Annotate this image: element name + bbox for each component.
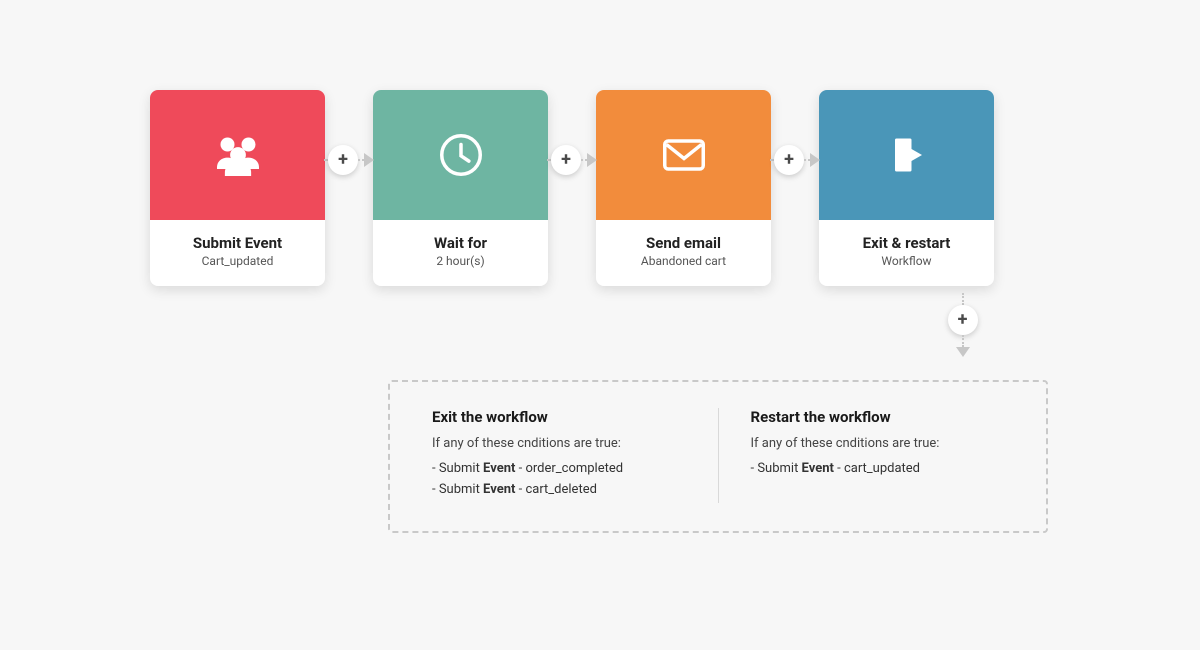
node-title: Wait for bbox=[383, 234, 538, 252]
conditions-panel: Exit the workflow If any of these cnditi… bbox=[388, 380, 1048, 533]
clock-icon bbox=[433, 127, 489, 183]
mail-icon bbox=[656, 127, 712, 183]
add-step-button[interactable]: + bbox=[948, 305, 978, 335]
node-exit-restart[interactable]: Exit & restart Workflow bbox=[819, 90, 994, 286]
connector: + bbox=[770, 145, 820, 175]
node-body: Wait for 2 hour(s) bbox=[373, 220, 548, 286]
node-submit-event[interactable]: Submit Event Cart_updated bbox=[150, 90, 325, 286]
node-subtitle: Abandoned cart bbox=[606, 254, 761, 268]
workflow-canvas: Submit Event Cart_updated + Wait for bbox=[0, 0, 1200, 650]
workflow-row: Submit Event Cart_updated + Wait for bbox=[150, 90, 994, 286]
node-body: Submit Event Cart_updated bbox=[150, 220, 325, 286]
node-body: Exit & restart Workflow bbox=[819, 220, 994, 286]
node-subtitle: 2 hour(s) bbox=[383, 254, 538, 268]
condition-item: - Submit Event - cart_deleted bbox=[432, 482, 686, 497]
node-title: Exit & restart bbox=[829, 234, 984, 252]
condition-item: - Submit Event - order_completed bbox=[432, 461, 686, 476]
node-title: Send email bbox=[606, 234, 761, 252]
connector-vertical: + bbox=[962, 293, 963, 357]
add-step-button[interactable]: + bbox=[774, 145, 804, 175]
connector: + bbox=[547, 145, 597, 175]
node-header bbox=[596, 90, 771, 220]
section-title: Restart the workflow bbox=[751, 408, 1005, 426]
add-step-button[interactable]: + bbox=[551, 145, 581, 175]
exit-conditions: Exit the workflow If any of these cnditi… bbox=[400, 408, 718, 503]
add-step-button[interactable]: + bbox=[328, 145, 358, 175]
section-title: Exit the workflow bbox=[432, 408, 686, 426]
section-sub: If any of these cnditions are true: bbox=[751, 436, 1005, 451]
condition-item: - Submit Event - cart_updated bbox=[751, 461, 1005, 476]
exit-icon bbox=[883, 131, 931, 179]
node-subtitle: Workflow bbox=[829, 254, 984, 268]
arrow-right-icon bbox=[364, 153, 374, 167]
connector: + bbox=[324, 145, 374, 175]
node-body: Send email Abandoned cart bbox=[596, 220, 771, 286]
node-header bbox=[819, 90, 994, 220]
node-header bbox=[373, 90, 548, 220]
node-wait[interactable]: Wait for 2 hour(s) bbox=[373, 90, 548, 286]
arrow-right-icon bbox=[810, 153, 820, 167]
restart-conditions: Restart the workflow If any of these cnd… bbox=[718, 408, 1037, 503]
users-icon bbox=[210, 127, 266, 183]
node-title: Submit Event bbox=[160, 234, 315, 252]
node-send-email[interactable]: Send email Abandoned cart bbox=[596, 90, 771, 286]
arrow-right-icon bbox=[587, 153, 597, 167]
node-header bbox=[150, 90, 325, 220]
arrow-down-icon bbox=[956, 347, 970, 357]
section-sub: If any of these cnditions are true: bbox=[432, 436, 686, 451]
node-subtitle: Cart_updated bbox=[160, 254, 315, 268]
